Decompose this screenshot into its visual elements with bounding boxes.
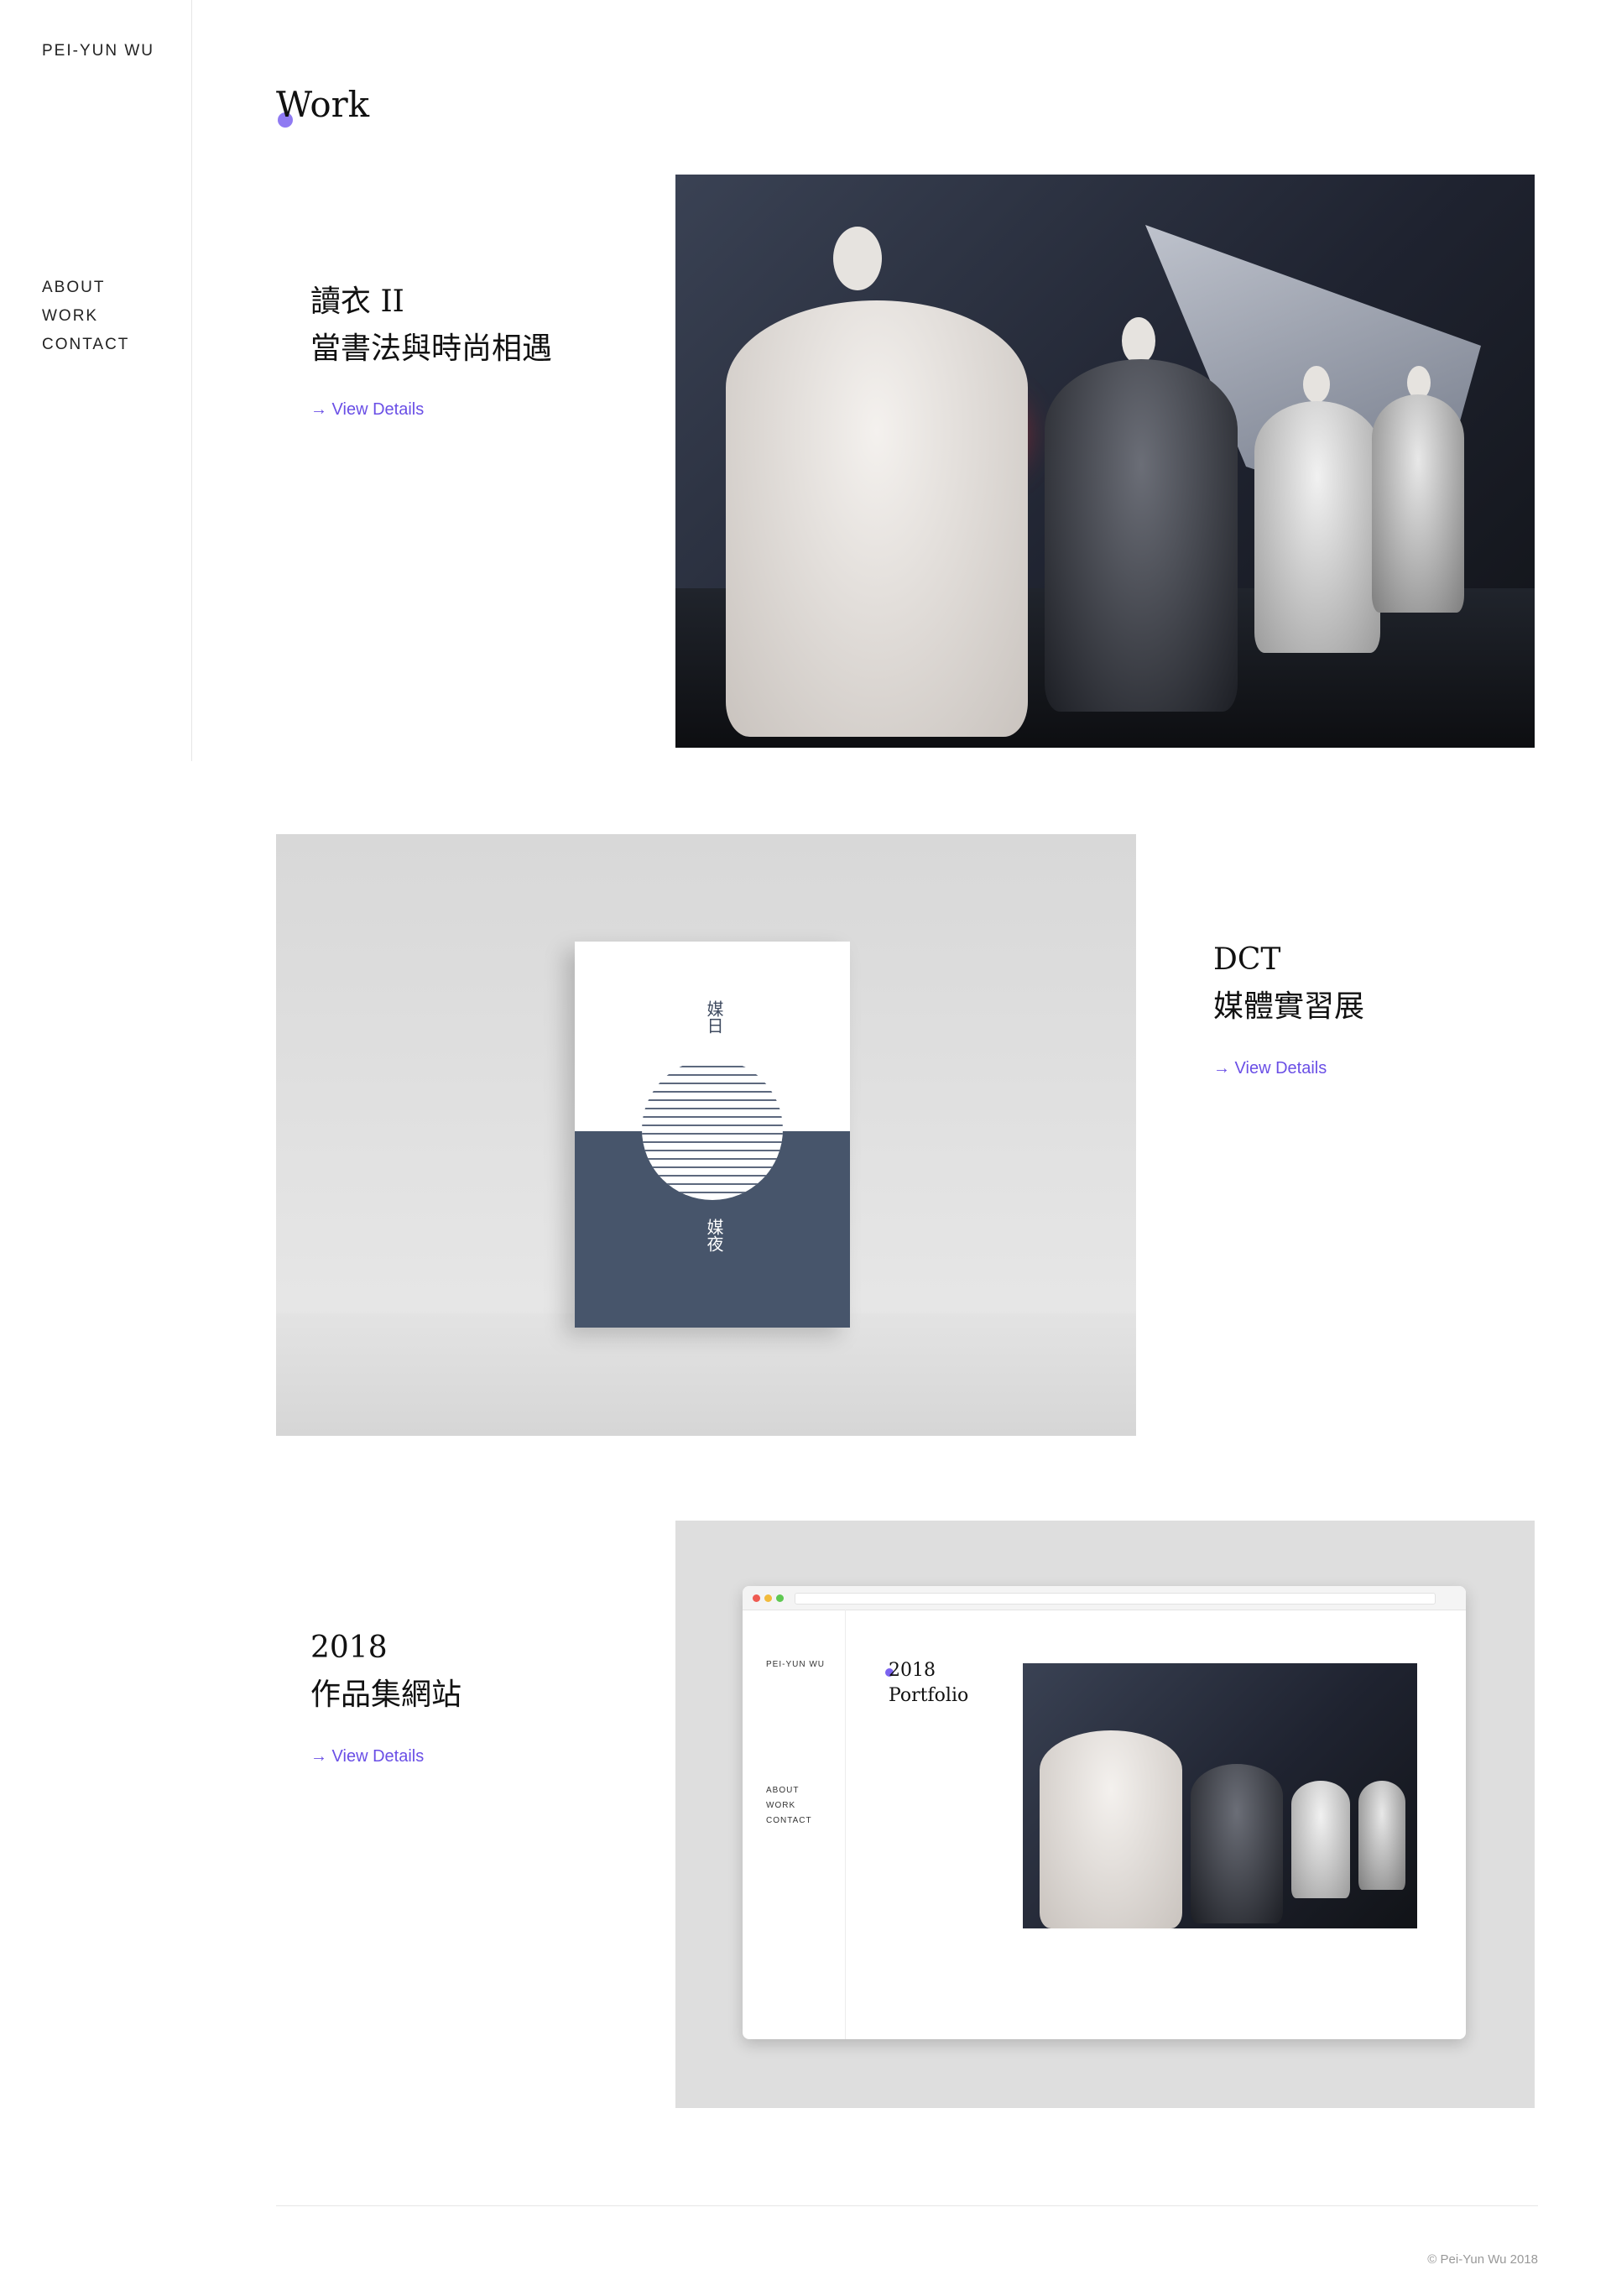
wave-circle-graphic [642,1059,783,1200]
view-details-link-3[interactable]: → View Details [310,1747,424,1766]
sidebar: PEI-YUN WU ABOUT WORK CONTACT [0,0,192,761]
project-image-2[interactable]: 媒日 媒夜 [276,834,1136,1436]
view-details-link-1[interactable]: → View Details [310,400,424,420]
browser-mockup: PEI-YUN WU ABOUT WORK CONTACT 2018 Portf… [743,1586,1466,2039]
project-title-3: 2018 作品集網站 [310,1631,462,1712]
mini-page-title: 2018 Portfolio [889,1660,969,1706]
mannequin-printed-dress [1254,401,1380,653]
nav-item-contact[interactable]: CONTACT [42,331,129,359]
poster-mockup: 媒日 媒夜 [575,942,850,1328]
footer-divider [276,2205,1538,2206]
mini-exhibition-photo [1023,1663,1417,1928]
mannequin-black-dress [1045,359,1238,712]
site-brand[interactable]: PEI-YUN WU [42,42,154,60]
poster-title-top: 媒日 [704,1000,724,1034]
view-details-link-2[interactable]: → View Details [1213,1059,1327,1078]
project-image-3[interactable]: PEI-YUN WU ABOUT WORK CONTACT 2018 Portf… [675,1521,1535,2108]
poster-title-bottom: 媒夜 [704,1218,724,1252]
mannequin-white-dress [726,300,1028,737]
project-image-1[interactable] [675,175,1535,748]
nav-item-about[interactable]: ABOUT [42,274,129,302]
project-title-1: 讀衣 II 當書法與時尚相遇 [310,284,553,366]
nav-item-work[interactable]: WORK [42,302,129,331]
mannequin-printed-dress-2 [1372,394,1464,613]
project-title-2: DCT 媒體實習展 [1213,942,1365,1024]
footer-copyright: © Pei-Yun Wu 2018 [1427,2252,1538,2267]
sidebar-nav: ABOUT WORK CONTACT [42,274,129,359]
page-title: Work [276,84,369,128]
